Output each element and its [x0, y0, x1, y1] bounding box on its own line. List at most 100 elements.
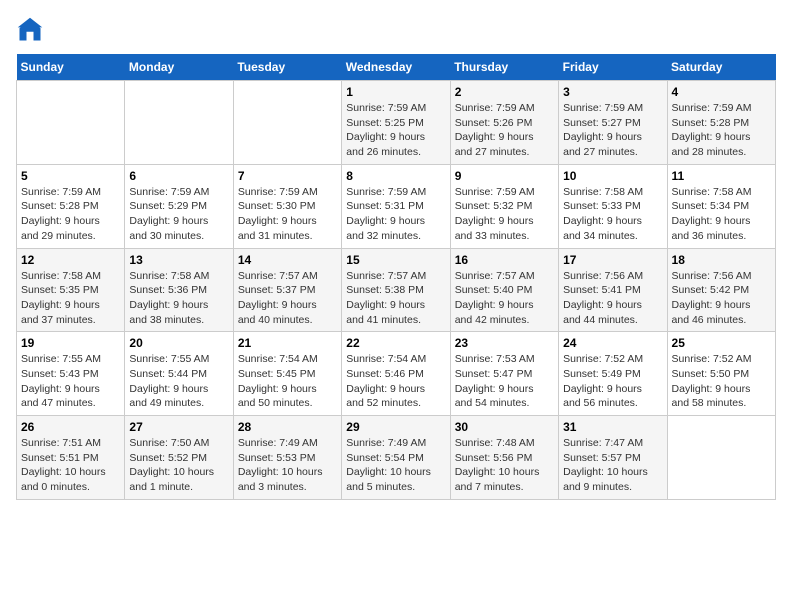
day-info: Sunrise: 7:53 AM Sunset: 5:47 PM Dayligh…: [455, 352, 554, 411]
day-number: 19: [21, 336, 120, 350]
header-row: SundayMondayTuesdayWednesdayThursdayFrid…: [17, 54, 776, 81]
calendar-cell: 5Sunrise: 7:59 AM Sunset: 5:28 PM Daylig…: [17, 164, 125, 248]
day-info: Sunrise: 7:58 AM Sunset: 5:36 PM Dayligh…: [129, 269, 228, 328]
day-info: Sunrise: 7:54 AM Sunset: 5:45 PM Dayligh…: [238, 352, 337, 411]
calendar-cell: 9 Sunrise: 7:59 AM Sunset: 5:32 PM Daylig…: [450, 164, 558, 248]
calendar-cell: 6 Sunrise: 7:59 AM Sunset: 5:29 PM Daylig…: [125, 164, 233, 248]
day-info: Sunrise: 7:56 AM Sunset: 5:42 PM Dayligh…: [672, 269, 771, 328]
day-number: 10: [563, 169, 662, 183]
day-number: 23: [455, 336, 554, 350]
calendar-cell: 19 Sunrise: 7:55 AM Sunset: 5:43 PM Dayli…: [17, 332, 125, 416]
calendar-cell: 13 Sunrise: 7:58 AM Sunset: 5:36 PM Dayli…: [125, 248, 233, 332]
day-info: Sunrise: 7:48 AM Sunset: 5:56 PM Dayligh…: [455, 436, 554, 495]
day-info: Sunrise: 7:58 AM Sunset: 5:34 PM Dayligh…: [672, 185, 771, 244]
week-row-2: 5Sunrise: 7:59 AM Sunset: 5:28 PM Daylig…: [17, 164, 776, 248]
calendar-cell: [233, 81, 341, 165]
day-info: Sunrise: 7:59 AM Sunset: 5:28 PM Dayligh…: [21, 185, 120, 244]
calendar-cell: 29Sunrise: 7:49 AM Sunset: 5:54 PM Dayli…: [342, 416, 450, 500]
header-day-sunday: Sunday: [17, 54, 125, 81]
calendar-cell: 8 Sunrise: 7:59 AM Sunset: 5:31 PM Daylig…: [342, 164, 450, 248]
day-number: 22: [346, 336, 445, 350]
calendar-cell: 23 Sunrise: 7:53 AM Sunset: 5:47 PM Dayli…: [450, 332, 558, 416]
day-number: 14: [238, 253, 337, 267]
day-number: 6: [129, 169, 228, 183]
calendar-cell: 21 Sunrise: 7:54 AM Sunset: 5:45 PM Dayli…: [233, 332, 341, 416]
week-row-3: 12Sunrise: 7:58 AM Sunset: 5:35 PM Dayli…: [17, 248, 776, 332]
header-day-wednesday: Wednesday: [342, 54, 450, 81]
day-info: Sunrise: 7:57 AM Sunset: 5:40 PM Dayligh…: [455, 269, 554, 328]
calendar-cell: 26 Sunrise: 7:51 AM Sunset: 5:51 PM Dayli…: [17, 416, 125, 500]
day-number: 8: [346, 169, 445, 183]
day-info: Sunrise: 7:50 AM Sunset: 5:52 PM Dayligh…: [129, 436, 228, 495]
calendar-cell: 18Sunrise: 7:56 AM Sunset: 5:42 PM Dayli…: [667, 248, 775, 332]
calendar-cell: 10 Sunrise: 7:58 AM Sunset: 5:33 PM Dayli…: [559, 164, 667, 248]
calendar-cell: 24Sunrise: 7:52 AM Sunset: 5:49 PM Dayli…: [559, 332, 667, 416]
day-number: 21: [238, 336, 337, 350]
header-day-monday: Monday: [125, 54, 233, 81]
day-number: 7: [238, 169, 337, 183]
day-info: Sunrise: 7:54 AM Sunset: 5:46 PM Dayligh…: [346, 352, 445, 411]
calendar-cell: 2 Sunrise: 7:59 AM Sunset: 5:26 PM Daylig…: [450, 81, 558, 165]
day-number: 3: [563, 85, 662, 99]
day-info: Sunrise: 7:57 AM Sunset: 5:37 PM Dayligh…: [238, 269, 337, 328]
day-number: 12: [21, 253, 120, 267]
day-info: Sunrise: 7:56 AM Sunset: 5:41 PM Dayligh…: [563, 269, 662, 328]
day-number: 4: [672, 85, 771, 99]
day-number: 26: [21, 420, 120, 434]
day-number: 11: [672, 169, 771, 183]
day-info: Sunrise: 7:59 AM Sunset: 5:27 PM Dayligh…: [563, 101, 662, 160]
day-number: 17: [563, 253, 662, 267]
calendar-cell: 15 Sunrise: 7:57 AM Sunset: 5:38 PM Dayli…: [342, 248, 450, 332]
day-info: Sunrise: 7:59 AM Sunset: 5:31 PM Dayligh…: [346, 185, 445, 244]
header-day-friday: Friday: [559, 54, 667, 81]
day-info: Sunrise: 7:58 AM Sunset: 5:33 PM Dayligh…: [563, 185, 662, 244]
calendar-cell: 22 Sunrise: 7:54 AM Sunset: 5:46 PM Dayli…: [342, 332, 450, 416]
day-number: 25: [672, 336, 771, 350]
header-day-saturday: Saturday: [667, 54, 775, 81]
day-info: Sunrise: 7:55 AM Sunset: 5:43 PM Dayligh…: [21, 352, 120, 411]
calendar-cell: 1 Sunrise: 7:59 AM Sunset: 5:25 PM Daylig…: [342, 81, 450, 165]
day-info: Sunrise: 7:59 AM Sunset: 5:26 PM Dayligh…: [455, 101, 554, 160]
calendar-cell: 3 Sunrise: 7:59 AM Sunset: 5:27 PM Daylig…: [559, 81, 667, 165]
header-day-thursday: Thursday: [450, 54, 558, 81]
day-info: Sunrise: 7:59 AM Sunset: 5:29 PM Dayligh…: [129, 185, 228, 244]
day-info: Sunrise: 7:55 AM Sunset: 5:44 PM Dayligh…: [129, 352, 228, 411]
day-info: Sunrise: 7:49 AM Sunset: 5:54 PM Dayligh…: [346, 436, 445, 495]
calendar-cell: [17, 81, 125, 165]
logo-icon: [16, 16, 44, 44]
day-number: 20: [129, 336, 228, 350]
day-info: Sunrise: 7:59 AM Sunset: 5:32 PM Dayligh…: [455, 185, 554, 244]
day-number: 15: [346, 253, 445, 267]
calendar-cell: 20 Sunrise: 7:55 AM Sunset: 5:44 PM Dayli…: [125, 332, 233, 416]
calendar-cell: 11 Sunrise: 7:58 AM Sunset: 5:34 PM Dayli…: [667, 164, 775, 248]
calendar-cell: 30 Sunrise: 7:48 AM Sunset: 5:56 PM Dayli…: [450, 416, 558, 500]
day-number: 16: [455, 253, 554, 267]
calendar-table: SundayMondayTuesdayWednesdayThursdayFrid…: [16, 54, 776, 500]
calendar-cell: 25 Sunrise: 7:52 AM Sunset: 5:50 PM Dayli…: [667, 332, 775, 416]
page-header: [16, 16, 776, 44]
day-info: Sunrise: 7:51 AM Sunset: 5:51 PM Dayligh…: [21, 436, 120, 495]
day-number: 30: [455, 420, 554, 434]
day-number: 2: [455, 85, 554, 99]
day-info: Sunrise: 7:59 AM Sunset: 5:25 PM Dayligh…: [346, 101, 445, 160]
calendar-cell: 12Sunrise: 7:58 AM Sunset: 5:35 PM Dayli…: [17, 248, 125, 332]
day-number: 1: [346, 85, 445, 99]
calendar-cell: 31Sunrise: 7:47 AM Sunset: 5:57 PM Dayli…: [559, 416, 667, 500]
day-number: 13: [129, 253, 228, 267]
calendar-cell: 27 Sunrise: 7:50 AM Sunset: 5:52 PM Dayli…: [125, 416, 233, 500]
calendar-cell: 28Sunrise: 7:49 AM Sunset: 5:53 PM Dayli…: [233, 416, 341, 500]
day-info: Sunrise: 7:52 AM Sunset: 5:50 PM Dayligh…: [672, 352, 771, 411]
day-info: Sunrise: 7:47 AM Sunset: 5:57 PM Dayligh…: [563, 436, 662, 495]
calendar-cell: [125, 81, 233, 165]
week-row-1: 1 Sunrise: 7:59 AM Sunset: 5:25 PM Daylig…: [17, 81, 776, 165]
day-number: 9: [455, 169, 554, 183]
day-info: Sunrise: 7:57 AM Sunset: 5:38 PM Dayligh…: [346, 269, 445, 328]
calendar-cell: 7 Sunrise: 7:59 AM Sunset: 5:30 PM Daylig…: [233, 164, 341, 248]
day-number: 27: [129, 420, 228, 434]
calendar-cell: 17 Sunrise: 7:56 AM Sunset: 5:41 PM Dayli…: [559, 248, 667, 332]
header-day-tuesday: Tuesday: [233, 54, 341, 81]
calendar-cell: 4Sunrise: 7:59 AM Sunset: 5:28 PM Daylig…: [667, 81, 775, 165]
calendar-cell: 16 Sunrise: 7:57 AM Sunset: 5:40 PM Dayli…: [450, 248, 558, 332]
day-info: Sunrise: 7:59 AM Sunset: 5:30 PM Dayligh…: [238, 185, 337, 244]
day-info: Sunrise: 7:49 AM Sunset: 5:53 PM Dayligh…: [238, 436, 337, 495]
